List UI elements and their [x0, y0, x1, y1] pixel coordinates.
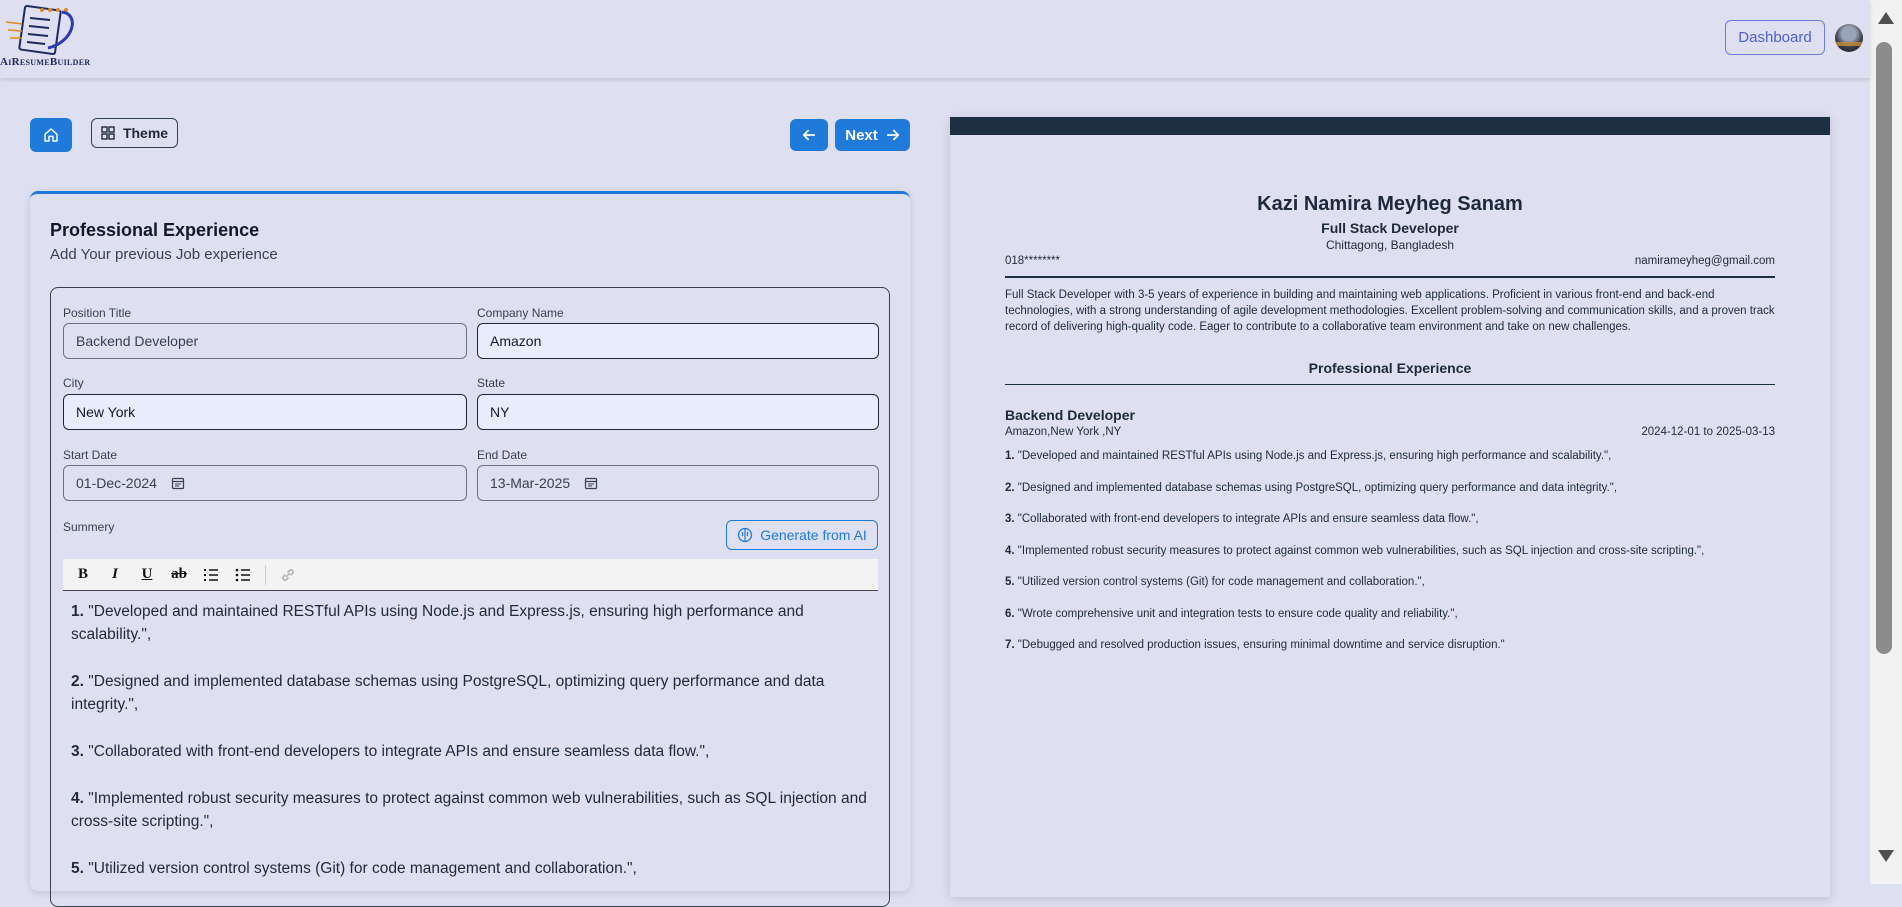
resume-phone: 018******** — [1005, 255, 1060, 267]
resume-name: Kazi Namira Meyheg Sanam — [1257, 193, 1523, 215]
next-label: Next — [845, 126, 878, 144]
company-name-input[interactable]: Amazon — [477, 323, 879, 359]
arrow-left-icon — [802, 129, 816, 141]
position-title-label: Position Title — [63, 306, 132, 320]
summary-item: 2. "Designed and implemented database sc… — [71, 673, 825, 713]
end-date-label: End Date — [477, 448, 528, 462]
experience-form-card: Professional Experience Add Your previou… — [30, 191, 910, 907]
summary-editor[interactable]: 1. "Developed and maintained RESTful API… — [71, 600, 871, 904]
user-avatar[interactable] — [1835, 24, 1863, 52]
bullet-list-button[interactable] — [231, 563, 255, 587]
resume-preview: Kazi Namira Meyheg Sanam Full Stack Deve… — [950, 117, 1830, 897]
resume-job-title: Full Stack Developer — [1321, 220, 1459, 236]
experience-list: 1. "Developed and maintained RESTful API… — [1005, 448, 1775, 669]
scroll-thumb[interactable] — [1876, 42, 1892, 654]
summary-item: 3. "Collaborated with front-end develope… — [71, 743, 710, 760]
end-date-value: 13-Mar-2025 — [490, 475, 571, 491]
previous-button[interactable] — [790, 119, 828, 151]
page-scrollbar[interactable] — [1870, 0, 1902, 884]
resume-email: namirameyheg@gmail.com — [1634, 255, 1775, 267]
toolbar-divider — [265, 564, 266, 585]
underline-button[interactable]: U — [135, 563, 159, 587]
summary-label: Summery — [63, 520, 115, 534]
link-button[interactable] — [276, 563, 300, 587]
top-navbar: AiResumeBuilder Dashboard — [0, 0, 1870, 78]
home-icon — [44, 128, 58, 142]
bold-button[interactable]: B — [71, 563, 95, 587]
city-input[interactable]: New York — [63, 394, 467, 430]
home-button[interactable] — [30, 118, 72, 152]
resume-summary: Full Stack Developer with 3-5 years of e… — [1005, 289, 1775, 333]
resume-logo-icon — [5, 4, 74, 56]
ai-brain-icon — [738, 527, 753, 543]
logo-text: AiResumeBuilder — [0, 56, 91, 68]
end-date-input[interactable]: 13-Mar-2025 — [477, 465, 879, 501]
experience-dates: 2024-12-01 to 2025-03-13 — [1641, 426, 1775, 438]
generate-from-ai-button[interactable]: Generate from AI — [726, 520, 878, 550]
calendar-icon[interactable] — [584, 476, 598, 490]
experience-item: 4. "Implemented robust security measures… — [1005, 544, 1705, 557]
theme-label: Theme — [122, 125, 169, 141]
resume-location: Chittagong, Bangladesh — [1325, 238, 1455, 252]
start-date-label: Start Date — [63, 448, 118, 462]
position-title-input[interactable]: Backend Developer — [63, 323, 467, 359]
state-label: State — [477, 376, 506, 390]
next-button[interactable]: Next — [835, 119, 910, 151]
numbered-list-button[interactable] — [199, 563, 223, 587]
grid-icon — [101, 126, 115, 140]
start-date-input[interactable]: 01-Dec-2024 — [63, 465, 467, 501]
experience-item: 7. "Debugged and resolved production iss… — [1005, 639, 1505, 651]
experience-position: Backend Developer — [1005, 407, 1135, 423]
generate-label: Generate from AI — [760, 527, 867, 543]
start-date-value: 01-Dec-2024 — [76, 475, 157, 491]
form-title: Professional Experience — [50, 220, 260, 240]
scroll-up-arrow-icon[interactable] — [1878, 12, 1894, 24]
experience-item: 2. "Designed and implemented database sc… — [1005, 481, 1618, 494]
bullet-list-icon — [235, 568, 250, 581]
summary-item: 1. "Developed and maintained RESTful API… — [71, 603, 804, 643]
italic-button[interactable]: I — [103, 563, 127, 587]
divider — [1005, 276, 1775, 278]
strikethrough-button[interactable]: ab — [167, 563, 191, 587]
theme-button[interactable]: Theme — [91, 118, 178, 148]
summary-item: 4. "Implemented robust security measures… — [71, 790, 867, 830]
experience-entry: Position Title Backend Developer Company… — [50, 287, 890, 907]
editor-toolbar: B I U ab — [63, 559, 878, 591]
arrow-right-icon — [886, 129, 899, 141]
experience-item: 3. "Collaborated with front-end develope… — [1005, 513, 1479, 525]
section-title: Professional Experience — [1308, 360, 1472, 376]
city-label: City — [63, 376, 84, 390]
experience-item: 5. "Utilized version control systems (Gi… — [1005, 576, 1425, 588]
preview-header-bar — [950, 117, 1830, 135]
state-input[interactable]: NY — [477, 394, 879, 430]
experience-company: Amazon,New York ,NY — [1005, 426, 1122, 438]
form-subtitle: Add Your previous Job experience — [50, 246, 278, 263]
calendar-icon[interactable] — [171, 476, 185, 490]
numbered-list-icon — [204, 568, 218, 581]
experience-item: 6. "Wrote comprehensive unit and integra… — [1005, 607, 1458, 620]
experience-item: 1. "Developed and maintained RESTful API… — [1005, 450, 1612, 462]
app-logo[interactable]: AiResumeBuilder — [0, 2, 100, 72]
dashboard-button[interactable]: Dashboard — [1725, 20, 1825, 55]
divider — [1005, 384, 1775, 385]
link-icon — [282, 568, 294, 581]
summary-item: 5. "Utilized version control systems (Gi… — [71, 860, 637, 877]
scroll-down-arrow-icon[interactable] — [1878, 850, 1894, 862]
company-name-label: Company Name — [477, 306, 564, 320]
